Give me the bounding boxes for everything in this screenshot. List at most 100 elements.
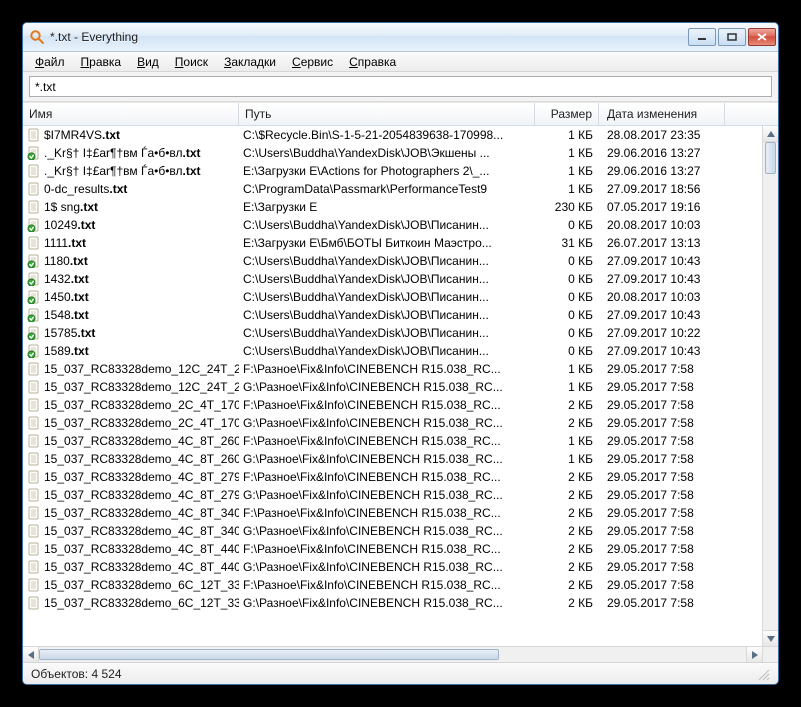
table-row[interactable]: 10249.txtC:\Users\Buddha\YandexDisk\JOB\… [23, 216, 762, 234]
menu-item-файл[interactable]: Файл [29, 54, 71, 70]
cell-name: 1180.txt [23, 254, 239, 268]
table-row[interactable]: 15_037_RC83328demo_6C_12T_3300...G:\Разн… [23, 594, 762, 612]
file-synced-icon [27, 326, 41, 340]
table-row[interactable]: 1$ sng.txtE:\Загрузки E230 КБ07.05.2017 … [23, 198, 762, 216]
cell-date: 29.05.2017 7:58 [599, 578, 725, 592]
text-file-icon [27, 452, 41, 466]
menu-item-справка[interactable]: Справка [343, 54, 402, 70]
cell-path: F:\Разное\Fix&Info\CINEBENCH R15.038_RC.… [239, 470, 535, 484]
table-row[interactable]: 15_037_RC83328demo_12C_24T_266...G:\Разн… [23, 378, 762, 396]
maximize-button[interactable] [718, 28, 746, 46]
search-input[interactable] [29, 76, 772, 97]
table-row[interactable]: 15_037_RC83328demo_2C_4T_1700_...F:\Разн… [23, 396, 762, 414]
cell-date: 29.06.2016 13:27 [599, 146, 725, 160]
file-synced-icon [27, 146, 41, 160]
file-name-label: $I7MR4VS.txt [44, 128, 120, 142]
cell-size: 1 КБ [535, 182, 599, 196]
file-name-label: 15_037_RC83328demo_4C_8T_2600_I... [44, 434, 239, 448]
cell-size: 1 КБ [535, 434, 599, 448]
cell-size: 31 КБ [535, 236, 599, 250]
file-name-label: 1589.txt [44, 344, 89, 358]
cell-name: $I7MR4VS.txt [23, 128, 239, 142]
table-row[interactable]: 15_037_RC83328demo_4C_8T_4400_I...F:\Раз… [23, 540, 762, 558]
titlebar[interactable]: *.txt - Everything [23, 23, 778, 52]
resize-grip-icon[interactable] [756, 667, 770, 681]
cell-date: 28.08.2017 23:35 [599, 128, 725, 142]
table-row[interactable]: 15_037_RC83328demo_4C_8T_3400_...F:\Разн… [23, 504, 762, 522]
cell-size: 1 КБ [535, 146, 599, 160]
vscroll-track[interactable] [763, 142, 778, 630]
table-row[interactable]: 15_037_RC83328demo_4C_8T_4400_I...G:\Раз… [23, 558, 762, 576]
cell-date: 27.09.2017 10:43 [599, 254, 725, 268]
menu-item-поиск[interactable]: Поиск [169, 54, 214, 70]
table-row[interactable]: 15_037_RC83328demo_6C_12T_3300...F:\Разн… [23, 576, 762, 594]
menu-item-вид[interactable]: Вид [131, 54, 165, 70]
cell-size: 0 КБ [535, 218, 599, 232]
column-header-name[interactable]: Имя [23, 103, 239, 125]
cell-name: 15_037_RC83328demo_12C_24T_266... [23, 362, 239, 376]
cell-path: G:\Разное\Fix&Info\CINEBENCH R15.038_RC.… [239, 452, 535, 466]
cell-size: 1 КБ [535, 164, 599, 178]
table-row[interactable]: 1450.txtC:\Users\Buddha\YandexDisk\JOB\П… [23, 288, 762, 306]
table-row[interactable]: 15_037_RC83328demo_4C_8T_2790_...G:\Разн… [23, 486, 762, 504]
column-header-row: Имя Путь Размер Дата изменения [23, 103, 778, 126]
table-row[interactable]: $I7MR4VS.txtC:\$Recycle.Bin\S-1-5-21-205… [23, 126, 762, 144]
file-name-label: 1450.txt [44, 290, 89, 304]
cell-size: 2 КБ [535, 542, 599, 556]
vscroll-thumb[interactable] [765, 142, 776, 174]
table-row[interactable]: 1111.txtE:\Загрузки E\Бмб\БОТЫ Биткоин М… [23, 234, 762, 252]
scroll-left-icon[interactable] [23, 647, 39, 662]
status-objects: Объектов: 4 524 [31, 667, 122, 681]
file-name-label: 1548.txt [44, 308, 89, 322]
scroll-up-icon[interactable] [763, 126, 778, 142]
table-row[interactable]: ._Kr§† I‡£ar¶†вм Ѓа•б•вл.txtE:\Загрузки … [23, 162, 762, 180]
file-name-label: 15785.txt [44, 326, 95, 340]
vertical-scrollbar[interactable] [762, 126, 778, 646]
cell-size: 0 КБ [535, 290, 599, 304]
horizontal-scrollbar[interactable] [23, 646, 762, 662]
hscroll-thumb[interactable] [39, 649, 499, 660]
text-file-icon [27, 542, 41, 556]
column-header-path[interactable]: Путь [239, 103, 535, 125]
cell-path: F:\Разное\Fix&Info\CINEBENCH R15.038_RC.… [239, 398, 535, 412]
table-row[interactable]: 15_037_RC83328demo_2C_4T_1700_...G:\Разн… [23, 414, 762, 432]
table-row[interactable]: 15_037_RC83328demo_12C_24T_266...F:\Разн… [23, 360, 762, 378]
column-header-size[interactable]: Размер [535, 103, 599, 125]
cell-size: 1 КБ [535, 452, 599, 466]
status-objects-label: Объектов: [31, 667, 88, 681]
cell-path: E:\Загрузки E\Actions for Photographers … [239, 164, 535, 178]
table-row[interactable]: 0-dc_results.txtC:\ProgramData\Passmark\… [23, 180, 762, 198]
table-row[interactable]: 15785.txtC:\Users\Buddha\YandexDisk\JOB\… [23, 324, 762, 342]
table-row[interactable]: ._Kr§† I‡£ar¶†вм Ѓа•б•вл.txtC:\Users\Bud… [23, 144, 762, 162]
cell-name: 15_037_RC83328demo_4C_8T_2600_I... [23, 452, 239, 466]
table-row[interactable]: 15_037_RC83328demo_4C_8T_3400_...G:\Разн… [23, 522, 762, 540]
cell-date: 29.05.2017 7:58 [599, 416, 725, 430]
scroll-right-icon[interactable] [746, 647, 762, 662]
cell-size: 1 КБ [535, 128, 599, 142]
scroll-down-icon[interactable] [763, 630, 778, 646]
table-row[interactable]: 15_037_RC83328demo_4C_8T_2600_I...G:\Раз… [23, 450, 762, 468]
table-row[interactable]: 1432.txtC:\Users\Buddha\YandexDisk\JOB\П… [23, 270, 762, 288]
table-row[interactable]: 1589.txtC:\Users\Buddha\YandexDisk\JOB\П… [23, 342, 762, 360]
menu-item-закладки[interactable]: Закладки [218, 54, 282, 70]
results-list: Имя Путь Размер Дата изменения $I7MR4VS.… [23, 102, 778, 662]
table-row[interactable]: 15_037_RC83328demo_4C_8T_2790_...F:\Разн… [23, 468, 762, 486]
status-bar: Объектов: 4 524 [23, 662, 778, 684]
minimize-button[interactable] [688, 28, 716, 46]
table-row[interactable]: 15_037_RC83328demo_4C_8T_2600_I...F:\Раз… [23, 432, 762, 450]
file-name-label: 1432.txt [44, 272, 89, 286]
cell-date: 27.09.2017 10:43 [599, 344, 725, 358]
menu-item-сервис[interactable]: Сервис [286, 54, 339, 70]
column-header-date[interactable]: Дата изменения [599, 103, 725, 125]
hscroll-track[interactable] [39, 647, 746, 662]
file-name-label: 15_037_RC83328demo_4C_8T_4400_I... [44, 542, 239, 556]
cell-size: 2 КБ [535, 470, 599, 484]
table-row[interactable]: 1548.txtC:\Users\Buddha\YandexDisk\JOB\П… [23, 306, 762, 324]
text-file-icon [27, 416, 41, 430]
cell-date: 26.07.2017 13:13 [599, 236, 725, 250]
close-button[interactable] [748, 28, 776, 46]
menu-item-правка[interactable]: Правка [75, 54, 128, 70]
table-row[interactable]: 1180.txtC:\Users\Buddha\YandexDisk\JOB\П… [23, 252, 762, 270]
text-file-icon [27, 362, 41, 376]
cell-size: 230 КБ [535, 200, 599, 214]
